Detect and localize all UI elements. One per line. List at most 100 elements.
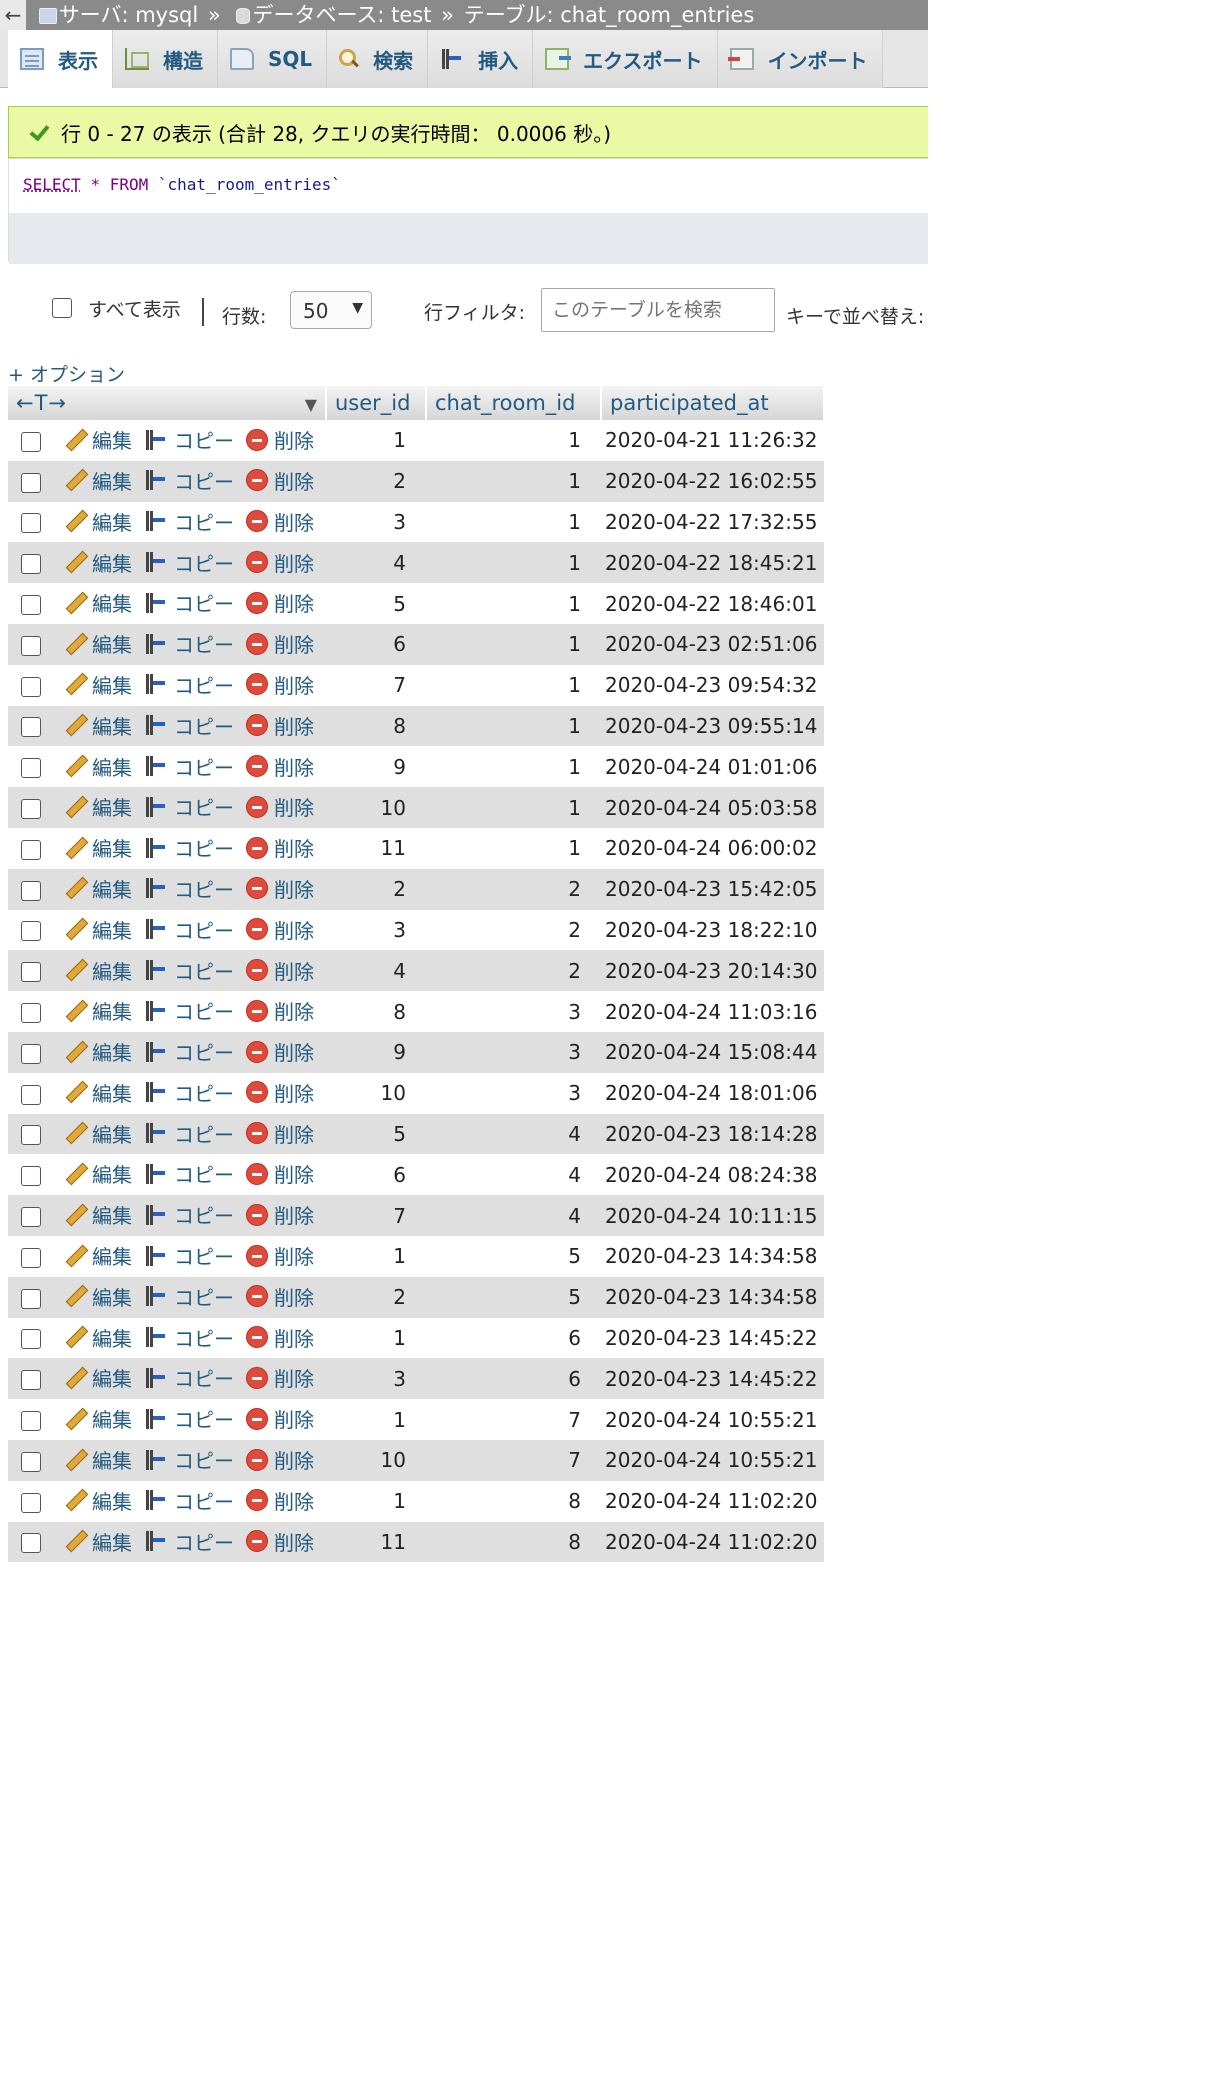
cell-user-id[interactable]: 6: [326, 1154, 426, 1195]
delete-link[interactable]: 削除: [246, 1282, 314, 1311]
cell-chat-room-id[interactable]: 3: [426, 1073, 601, 1114]
delete-link[interactable]: 削除: [246, 1159, 314, 1188]
copy-link[interactable]: コピー: [144, 1323, 234, 1352]
cell-chat-room-id[interactable]: 4: [426, 1195, 601, 1236]
edit-link[interactable]: 編集: [54, 792, 132, 821]
row-checkbox[interactable]: [21, 880, 41, 901]
copy-link[interactable]: コピー: [144, 1363, 234, 1392]
row-checkbox[interactable]: [21, 1329, 41, 1350]
cell-chat-room-id[interactable]: 1: [426, 420, 601, 461]
sort-triangle-icon[interactable]: ▼: [305, 395, 317, 414]
delete-link[interactable]: 削除: [246, 1119, 314, 1148]
cell-participated-at[interactable]: 2020-04-24 11:02:20: [601, 1522, 824, 1563]
cell-chat-room-id[interactable]: 1: [426, 624, 601, 665]
delete-link[interactable]: 削除: [246, 956, 314, 985]
cell-user-id[interactable]: 1: [326, 1236, 426, 1277]
tab-sql[interactable]: SQL: [218, 30, 328, 88]
edit-link[interactable]: 編集: [54, 1445, 132, 1474]
tab-insert[interactable]: 挿入: [428, 30, 534, 88]
cell-user-id[interactable]: 3: [326, 910, 426, 951]
copy-link[interactable]: コピー: [144, 1159, 234, 1188]
row-checkbox[interactable]: [21, 717, 41, 738]
cell-user-id[interactable]: 2: [326, 461, 426, 502]
cell-participated-at[interactable]: 2020-04-23 14:34:58: [601, 1277, 824, 1318]
cell-participated-at[interactable]: 2020-04-21 11:26:32: [601, 420, 824, 461]
cell-user-id[interactable]: 11: [326, 828, 426, 869]
delete-link[interactable]: 削除: [246, 752, 314, 781]
cell-participated-at[interactable]: 2020-04-24 10:55:21: [601, 1440, 824, 1481]
cell-participated-at[interactable]: 2020-04-23 14:45:22: [601, 1358, 824, 1399]
cell-user-id[interactable]: 4: [326, 542, 426, 583]
cell-chat-room-id[interactable]: 1: [426, 665, 601, 706]
cell-user-id[interactable]: 1: [326, 1318, 426, 1359]
show-all-label[interactable]: すべて表示: [88, 295, 181, 322]
edit-link[interactable]: 編集: [54, 711, 132, 740]
cell-chat-room-id[interactable]: 1: [426, 502, 601, 543]
sql-keyword-select[interactable]: SELECT: [23, 175, 81, 194]
copy-link[interactable]: コピー: [144, 588, 234, 617]
edit-link[interactable]: 編集: [54, 1527, 132, 1556]
row-checkbox[interactable]: [21, 1492, 41, 1513]
row-checkbox[interactable]: [21, 921, 41, 942]
row-checkbox[interactable]: [21, 431, 41, 452]
edit-link[interactable]: 編集: [54, 1119, 132, 1148]
copy-link[interactable]: コピー: [144, 1486, 234, 1515]
cell-participated-at[interactable]: 2020-04-24 06:00:02: [601, 828, 824, 869]
copy-link[interactable]: コピー: [144, 833, 234, 862]
row-checkbox[interactable]: [21, 839, 41, 860]
cell-user-id[interactable]: 4: [326, 950, 426, 991]
copy-link[interactable]: コピー: [144, 629, 234, 658]
cell-participated-at[interactable]: 2020-04-24 08:24:38: [601, 1154, 824, 1195]
delete-link[interactable]: 削除: [246, 425, 314, 454]
edit-link[interactable]: 編集: [54, 670, 132, 699]
edit-link[interactable]: 編集: [54, 1200, 132, 1229]
cell-participated-at[interactable]: 2020-04-24 01:01:06: [601, 746, 824, 787]
edit-link[interactable]: 編集: [54, 1363, 132, 1392]
cell-chat-room-id[interactable]: 6: [426, 1358, 601, 1399]
row-checkbox[interactable]: [21, 1043, 41, 1064]
cell-user-id[interactable]: 3: [326, 502, 426, 543]
row-checkbox[interactable]: [21, 799, 41, 820]
row-checkbox[interactable]: [21, 1288, 41, 1309]
copy-link[interactable]: コピー: [144, 1527, 234, 1556]
cell-participated-at[interactable]: 2020-04-23 18:14:28: [601, 1114, 824, 1155]
copy-link[interactable]: コピー: [144, 1445, 234, 1474]
tab-export[interactable]: エクスポート: [533, 30, 718, 88]
delete-link[interactable]: 削除: [246, 996, 314, 1025]
row-checkbox[interactable]: [21, 1451, 41, 1472]
options-link[interactable]: + オプション: [8, 360, 125, 387]
cell-chat-room-id[interactable]: 1: [426, 746, 601, 787]
cell-user-id[interactable]: 1: [326, 1399, 426, 1440]
edit-link[interactable]: 編集: [54, 915, 132, 944]
copy-link[interactable]: コピー: [144, 425, 234, 454]
cell-user-id[interactable]: 9: [326, 1032, 426, 1073]
cell-chat-room-id[interactable]: 5: [426, 1277, 601, 1318]
cell-participated-at[interactable]: 2020-04-22 18:46:01: [601, 583, 824, 624]
edit-link[interactable]: 編集: [54, 629, 132, 658]
cell-participated-at[interactable]: 2020-04-23 14:34:58: [601, 1236, 824, 1277]
cell-user-id[interactable]: 5: [326, 583, 426, 624]
cell-user-id[interactable]: 8: [326, 991, 426, 1032]
cell-chat-room-id[interactable]: 1: [426, 706, 601, 747]
cell-chat-room-id[interactable]: 8: [426, 1522, 601, 1563]
edit-link[interactable]: 編集: [54, 1404, 132, 1433]
cell-chat-room-id[interactable]: 1: [426, 828, 601, 869]
row-checkbox[interactable]: [21, 595, 41, 616]
delete-link[interactable]: 削除: [246, 1404, 314, 1433]
cell-user-id[interactable]: 7: [326, 665, 426, 706]
edit-link[interactable]: 編集: [54, 1323, 132, 1352]
cell-participated-at[interactable]: 2020-04-24 15:08:44: [601, 1032, 824, 1073]
copy-link[interactable]: コピー: [144, 752, 234, 781]
cell-participated-at[interactable]: 2020-04-24 11:02:20: [601, 1481, 824, 1522]
delete-link[interactable]: 削除: [246, 1078, 314, 1107]
cell-chat-room-id[interactable]: 5: [426, 1236, 601, 1277]
edit-link[interactable]: 編集: [54, 425, 132, 454]
row-checkbox[interactable]: [21, 1166, 41, 1187]
delete-link[interactable]: 削除: [246, 1200, 314, 1229]
column-header-participated-at[interactable]: participated_at: [601, 386, 825, 420]
delete-link[interactable]: 削除: [246, 792, 314, 821]
copy-link[interactable]: コピー: [144, 996, 234, 1025]
show-all-checkbox[interactable]: [52, 298, 72, 318]
breadcrumb-table[interactable]: テーブル: chat_room_entries: [464, 3, 755, 27]
delete-link[interactable]: 削除: [246, 507, 314, 536]
